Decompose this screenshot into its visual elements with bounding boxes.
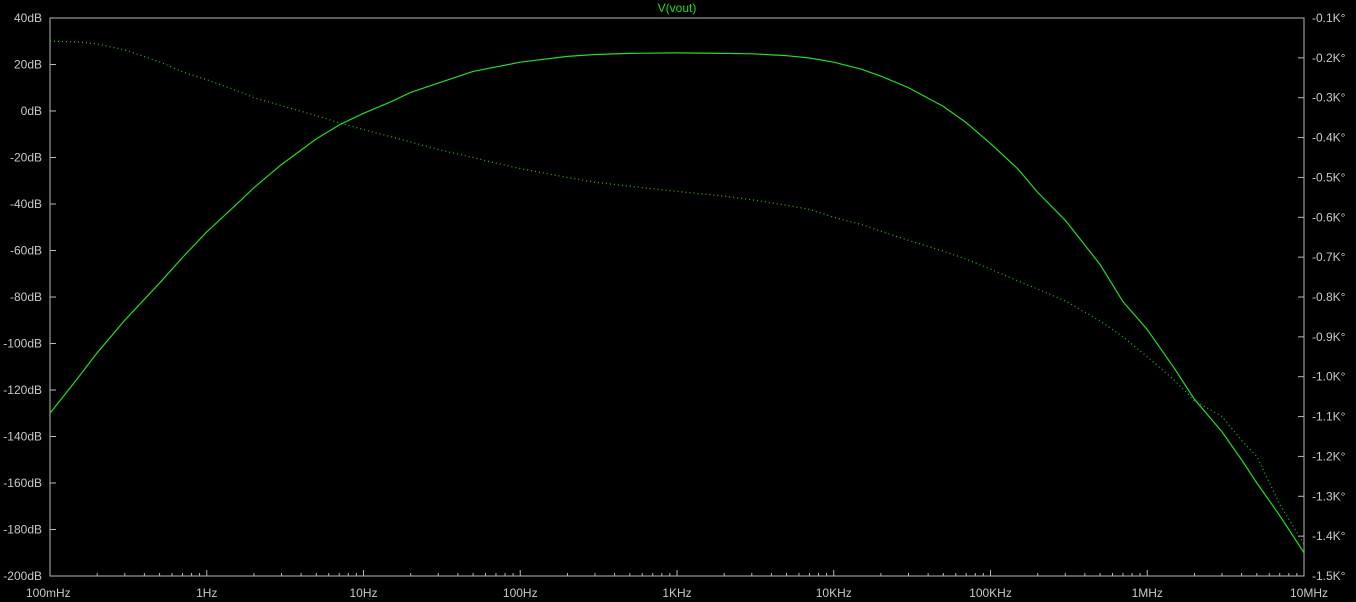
y-right-tick-label: -0.2K° <box>1312 51 1346 65</box>
x-tick-label: 100Hz <box>503 586 538 600</box>
y-right-tick-label: -0.7K° <box>1312 250 1346 264</box>
y-right-tick-label: -0.9K° <box>1312 330 1346 344</box>
x-tick-label: 10MHz <box>1290 586 1328 600</box>
y-left-tick-label: 0dB <box>21 104 42 118</box>
y-right-tick-label: -0.5K° <box>1312 170 1346 184</box>
y-left-tick-label: -40dB <box>10 197 42 211</box>
x-tick-label: 1Hz <box>196 586 217 600</box>
x-tick-label: 1MHz <box>1132 586 1163 600</box>
y-left-tick-label: -160dB <box>3 476 42 490</box>
y-left-tick-label: -180dB <box>3 523 42 537</box>
y-left-tick-label: 40dB <box>14 11 42 25</box>
y-left-tick-label: 20dB <box>14 58 42 72</box>
y-right-tick-label: -0.1K° <box>1312 11 1346 25</box>
y-right-tick-label: -0.3K° <box>1312 91 1346 105</box>
y-right-tick-label: -1.1K° <box>1312 410 1346 424</box>
y-left-tick-label: -120dB <box>3 383 42 397</box>
x-tick-label: 10KHz <box>816 586 852 600</box>
y-right-tick-label: -1.5K° <box>1312 569 1346 583</box>
y-left-tick-label: -60dB <box>10 244 42 258</box>
x-tick-label: 100KHz <box>969 586 1012 600</box>
y-right-tick-label: -1.2K° <box>1312 449 1346 463</box>
y-left-tick-label: -200dB <box>3 569 42 583</box>
y-right-tick-label: -0.4K° <box>1312 131 1346 145</box>
chart-title: V(vout) <box>658 1 697 15</box>
y-left-tick-label: -80dB <box>10 290 42 304</box>
y-left-tick-label: -20dB <box>10 151 42 165</box>
x-tick-label: 1KHz <box>662 586 691 600</box>
y-right-tick-label: -0.8K° <box>1312 290 1346 304</box>
y-right-tick-label: -0.6K° <box>1312 210 1346 224</box>
x-tick-label: 100mHz <box>26 586 71 600</box>
x-tick-label: 10Hz <box>349 586 377 600</box>
y-left-tick-label: -140dB <box>3 430 42 444</box>
y-left-tick-label: -100dB <box>3 337 42 351</box>
y-right-tick-label: -1.3K° <box>1312 489 1346 503</box>
bode-plot: V(vout) 100mHz 1Hz 10Hz 100Hz 1KHz 10KHz 100KH… <box>0 0 1356 602</box>
y-right-tick-label: -1.4K° <box>1312 529 1346 543</box>
plot-background <box>0 0 1356 602</box>
y-right-tick-label: -1.0K° <box>1312 370 1346 384</box>
